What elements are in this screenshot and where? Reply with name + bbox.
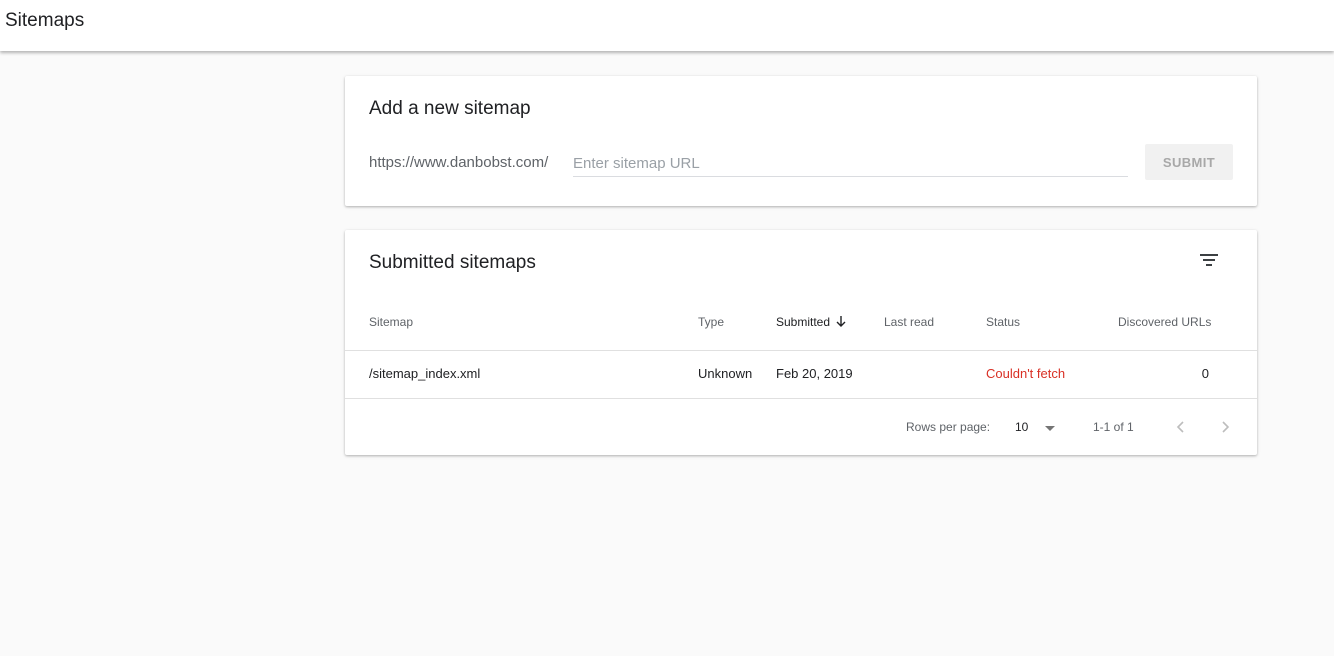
chevron-right-icon[interactable] <box>1213 415 1237 439</box>
column-header-submitted-label: Submitted <box>776 315 831 329</box>
table-pagination: Rows per page: 10 1-1 of 1 <box>345 399 1257 455</box>
add-sitemap-card: Add a new sitemap https://www.danbobst.c… <box>345 76 1257 206</box>
table-header: Sitemap Type Submitted Last read Status … <box>345 302 1257 351</box>
cell-submitted: Feb 20, 2019 <box>776 366 853 381</box>
column-header-discovered-urls[interactable]: Discovered URLs <box>1118 315 1211 329</box>
chevron-left-icon[interactable] <box>1169 415 1193 439</box>
rows-per-page-select[interactable]: 10 <box>1015 414 1063 440</box>
filter-list-icon[interactable] <box>1197 250 1221 270</box>
pagination-range: 1-1 of 1 <box>1093 420 1134 434</box>
cell-sitemap: /sitemap_index.xml <box>369 366 481 381</box>
site-url-prefix: https://www.danbobst.com/ <box>369 154 549 171</box>
submitted-sitemaps-title: Submitted sitemaps <box>369 252 536 273</box>
top-app-bar: Sitemaps <box>0 0 1334 51</box>
cell-type: Unknown <box>698 366 753 381</box>
column-header-submitted[interactable]: Submitted <box>776 315 847 331</box>
column-header-status[interactable]: Status <box>986 315 1020 329</box>
table-row[interactable]: /sitemap_index.xml Unknown Feb 20, 2019 … <box>345 351 1257 399</box>
column-header-sitemap[interactable]: Sitemap <box>369 315 413 329</box>
column-header-last-read[interactable]: Last read <box>884 315 934 329</box>
rows-per-page-label: Rows per page: <box>906 420 991 434</box>
page-title: Sitemaps <box>5 10 85 31</box>
dropdown-arrow-icon <box>1045 426 1055 431</box>
submit-button[interactable]: SUBMIT <box>1145 144 1233 180</box>
arrow-down-icon <box>835 315 847 331</box>
sitemap-url-input[interactable] <box>573 150 1128 177</box>
add-sitemap-title: Add a new sitemap <box>369 98 531 119</box>
cell-discovered-urls: 0 <box>1201 366 1209 381</box>
cell-status: Couldn't fetch <box>986 366 1066 381</box>
column-header-type[interactable]: Type <box>698 315 724 329</box>
submitted-sitemaps-card: Submitted sitemaps Sitemap Type Submitte… <box>345 230 1257 455</box>
rows-per-page-value: 10 <box>1015 420 1029 434</box>
